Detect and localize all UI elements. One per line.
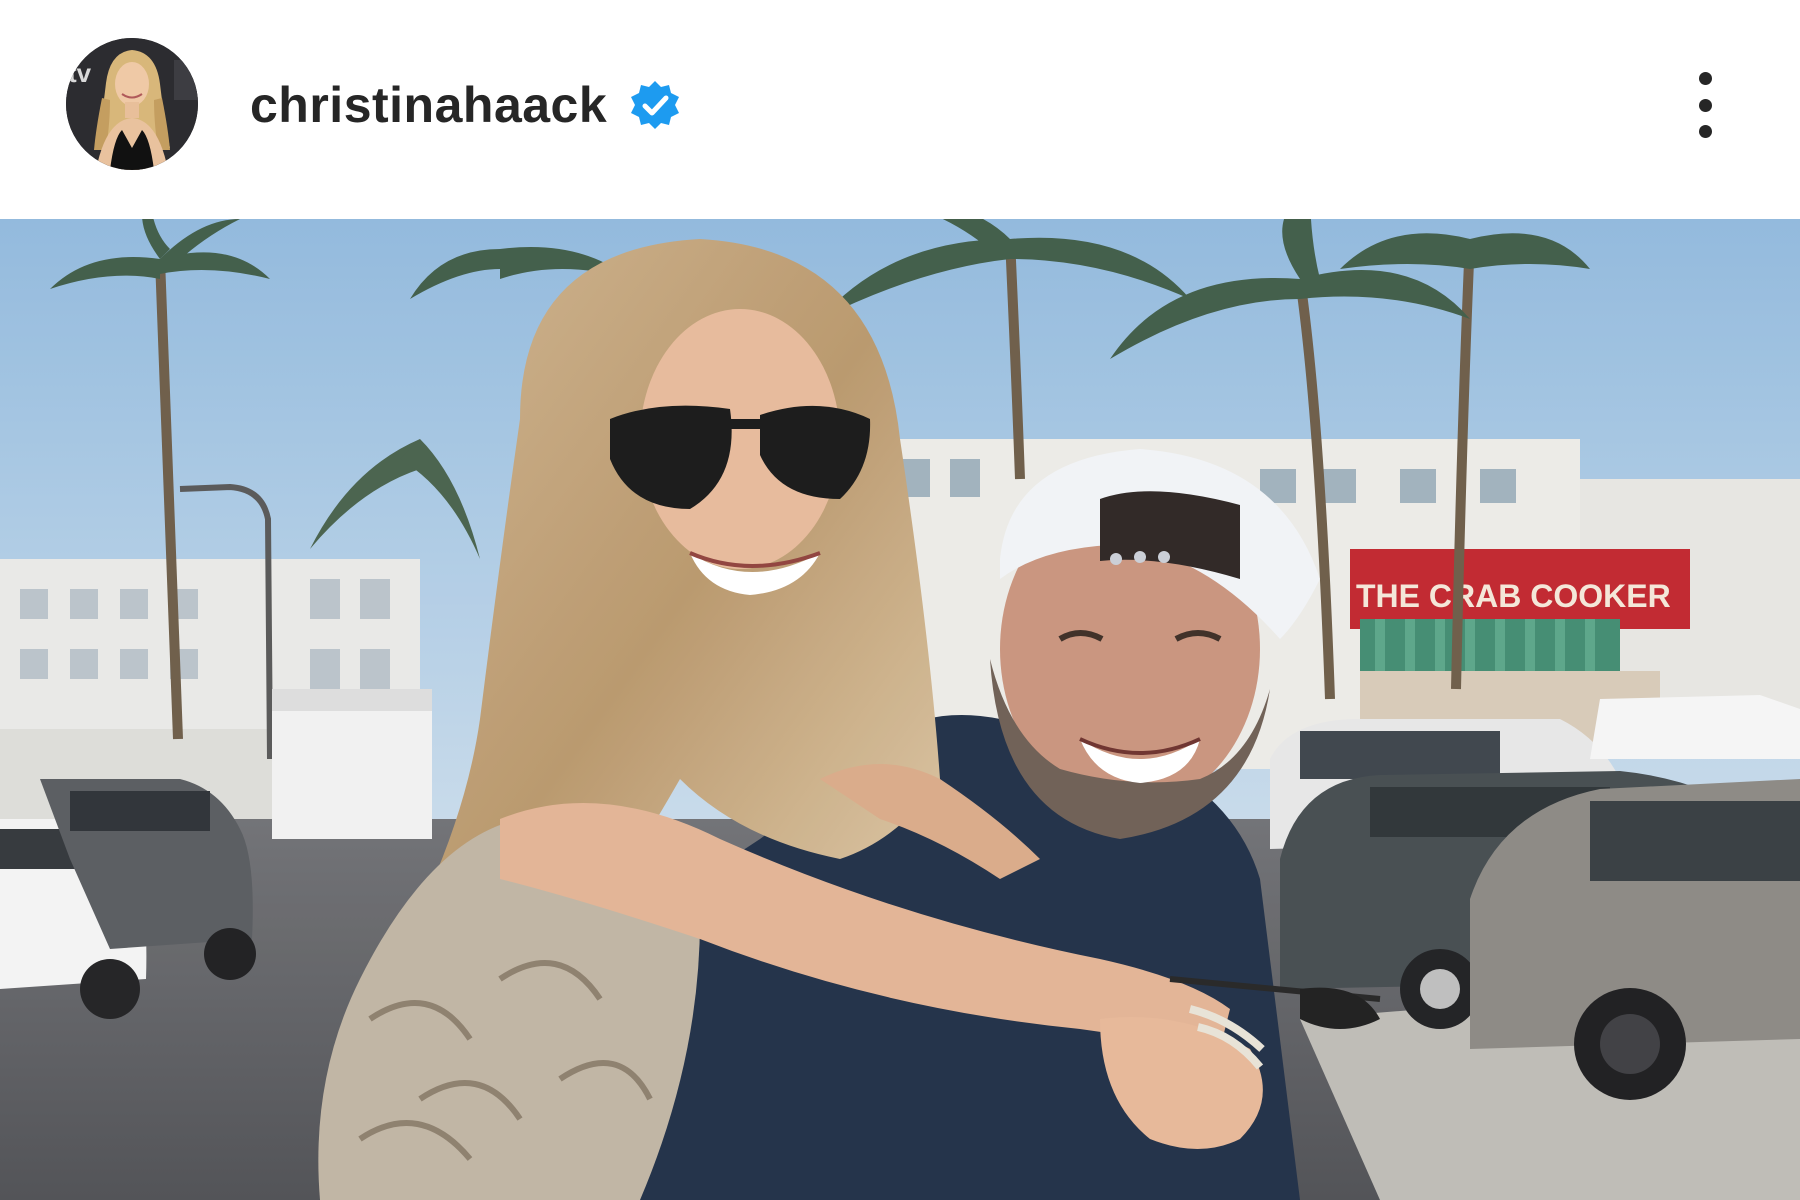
profile-avatar[interactable]: tv xyxy=(66,38,198,170)
more-options-button[interactable] xyxy=(1670,62,1740,148)
post-header: tv christinahaack xyxy=(0,0,1800,219)
instagram-post: tv christinahaack THE CRAB COOKER xyxy=(0,0,1800,1200)
username-link[interactable]: christinahaack xyxy=(250,76,607,134)
post-photo-image: THE CRAB COOKER xyxy=(0,219,1800,1200)
post-photo[interactable]: THE CRAB COOKER xyxy=(0,219,1800,1200)
vertical-ellipsis-icon xyxy=(1698,125,1712,138)
avatar-image: tv xyxy=(66,38,198,170)
vertical-ellipsis-icon xyxy=(1698,98,1712,112)
svg-text:tv: tv xyxy=(68,58,92,88)
verified-badge-icon xyxy=(627,77,683,133)
vertical-ellipsis-icon xyxy=(1698,72,1712,85)
username-row: christinahaack xyxy=(250,70,683,140)
